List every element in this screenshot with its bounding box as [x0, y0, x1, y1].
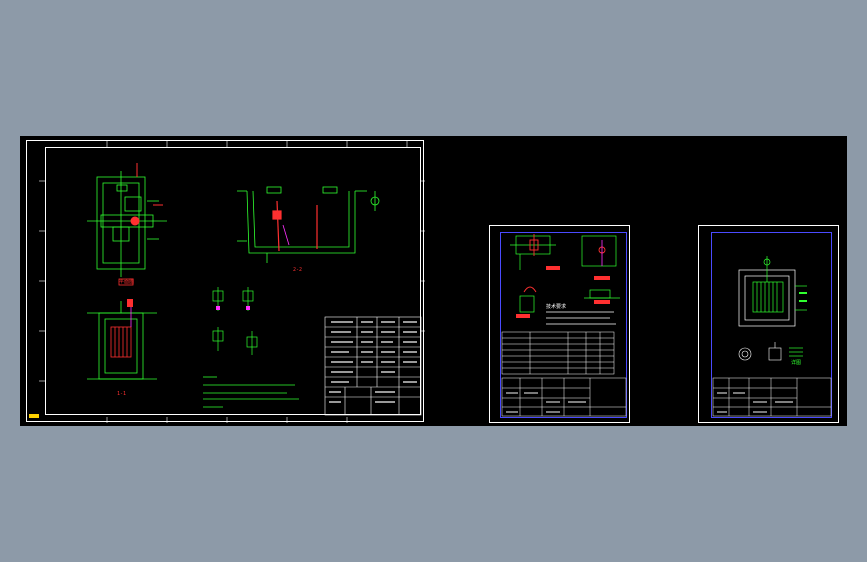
- sheet-middle-drawing: [501, 234, 627, 417]
- sheet-right[interactable]: 详图: [698, 225, 839, 423]
- cad-modelspace[interactable]: 1-1 2-2 平面图 技术要求 详图: [20, 136, 847, 426]
- notes-title: 技术要求: [546, 304, 567, 310]
- sheet-left-drawing: [39, 141, 425, 423]
- layer-tag-icon: [29, 414, 39, 418]
- plan-label: 平面图: [119, 279, 135, 285]
- sheet-left[interactable]: 1-1 2-2 平面图: [26, 140, 425, 423]
- section-label-1-1: 1-1: [117, 391, 127, 397]
- sheet-right-drawing: [712, 256, 832, 417]
- detail-label: 详图: [791, 360, 802, 366]
- sheet-middle[interactable]: 技术要求: [489, 225, 630, 423]
- section-label-2-2: 2-2: [293, 267, 303, 273]
